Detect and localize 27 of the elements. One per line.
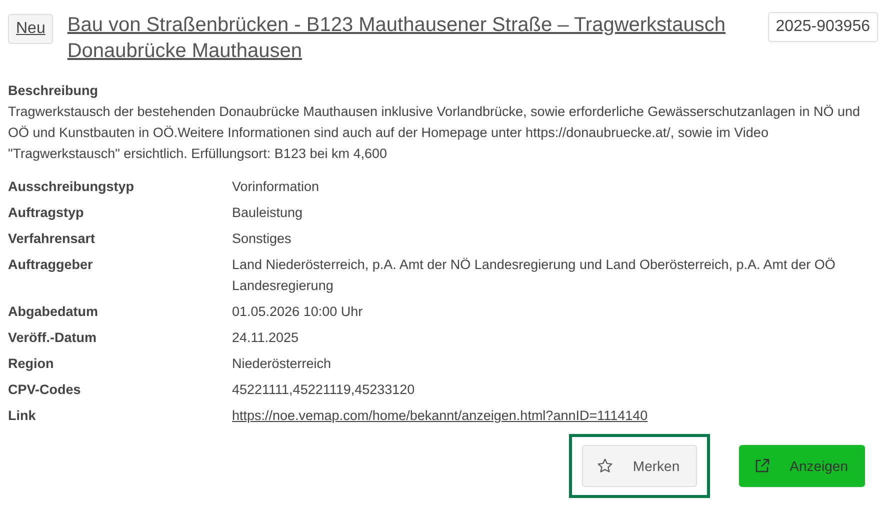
new-badge[interactable]: Neu: [8, 14, 54, 44]
description-label: Beschreibung: [8, 82, 100, 100]
field-label: Ausschreibungstyp: [8, 178, 136, 196]
external-link-icon: [754, 458, 770, 474]
field-label: Auftragstyp: [8, 204, 85, 222]
field-label: Abgabedatum: [8, 303, 100, 321]
field-value: Sonstiges: [232, 230, 292, 248]
reference-number: 2025-903956: [768, 12, 878, 42]
field-label: CPV-Codes: [8, 381, 82, 399]
star-icon: [596, 458, 613, 474]
field-label: Veröff.-Datum: [8, 329, 98, 347]
open-button[interactable]: Anzeigen: [738, 445, 865, 487]
field-label: Link: [8, 407, 37, 425]
field-value: Niederösterreich: [232, 355, 332, 373]
field-label: Auftraggeber: [8, 256, 94, 274]
field-value: Land Niederösterreich, p.A. Amt der NÖ Landesregierung und Land Oberösterreich, p.A. Amt der OÖ Landesregierung: [232, 256, 836, 295]
bookmark-button[interactable]: Merken: [582, 445, 697, 487]
tender-title[interactable]: Bau von Straßenbrücken - B123 Mauthausener Straße – Tragwerkstausch Donaubrücke Mauthausen: [67, 12, 754, 64]
description-text: Tragwerkstausch der bestehenden Donaubrücke Mauthausen inklusive Vorlandbrücke, sowie erforderliche Gewässerschutzanlagen in NÖ und OÖ und Kunstbauten in OÖ.Weitere Informationen sind auch auf der Homepage unter https://donaubruecke.at/, sowie im Video "Tragwerkstausch" ersichtlich. Erfüllungsort: B123 bei km 4,600: [8, 103, 861, 163]
field-value: 01.05.2026 10:00 Uhr: [232, 303, 364, 321]
field-value: 45221111,45221119,45233120: [232, 381, 416, 399]
field-label: Verfahrensart: [8, 230, 96, 248]
field-link[interactable]: https://noe.vemap.com/home/bekannt/anzeigen.html?annID=1114140: [232, 405, 648, 426]
field-value: Vorinformation: [232, 178, 320, 196]
field-value: 24.11.2025: [232, 329, 300, 347]
field-value: Bauleistung: [232, 204, 304, 222]
field-label: Region: [8, 355, 55, 373]
